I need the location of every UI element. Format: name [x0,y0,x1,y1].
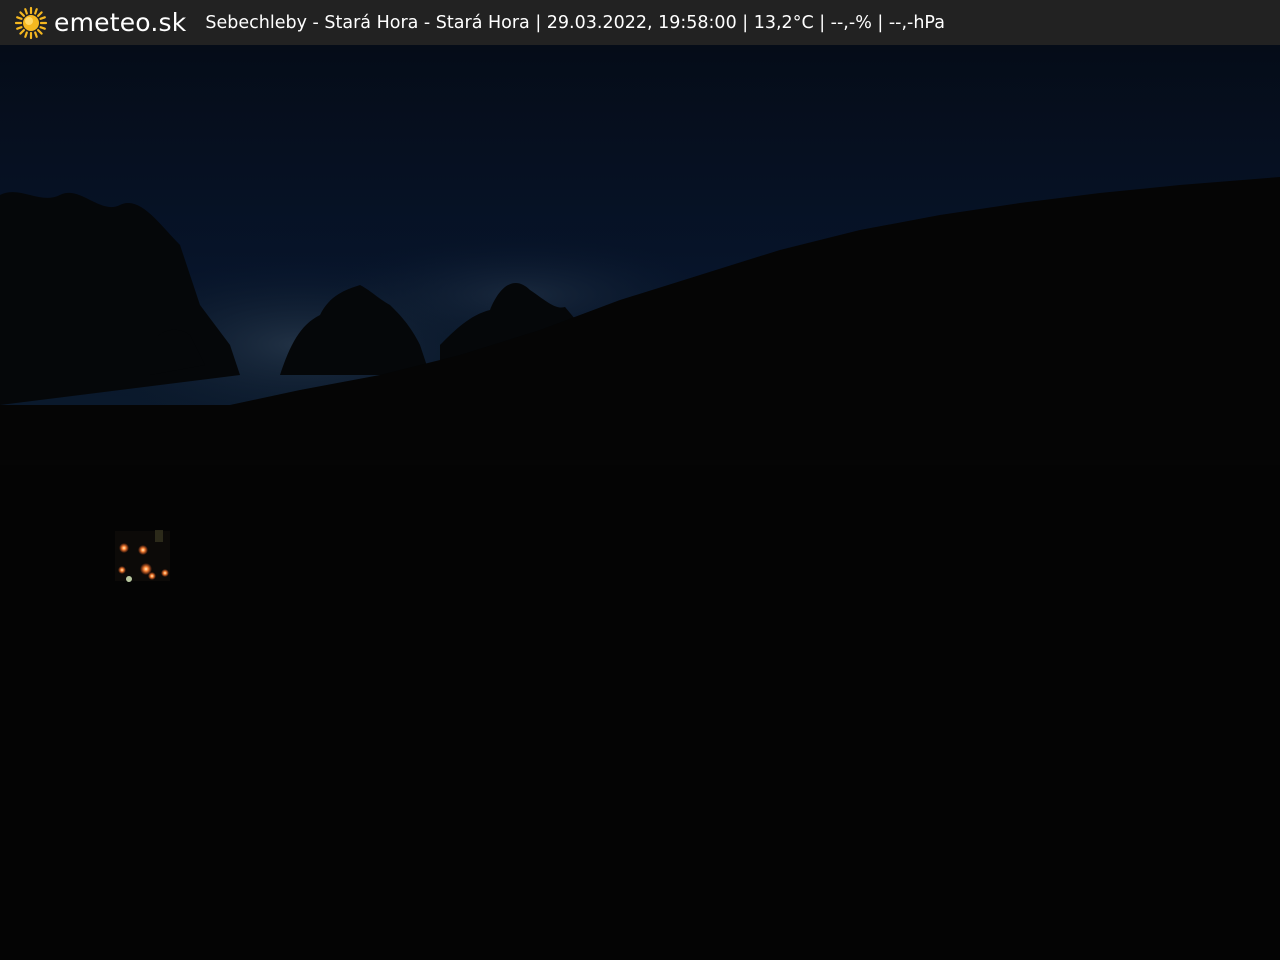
distant-lights [115,530,170,582]
brand-name: emeteo.sk [54,8,187,37]
station-info: Sebechleby - Stará Hora - Stará Hora | 2… [205,12,945,33]
webcam-image [0,45,1280,960]
header-bar: emeteo.sk Sebechleby - Stará Hora - Star… [0,0,1280,45]
ground [0,465,1280,960]
sun-icon [14,6,48,39]
emeteo-logo[interactable]: emeteo.sk [14,6,186,40]
